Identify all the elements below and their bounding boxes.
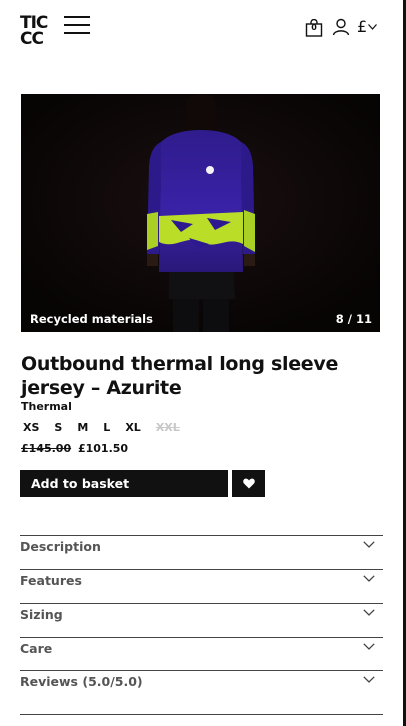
user-icon <box>332 18 350 36</box>
gallery-caption: Recycled materials <box>30 312 153 326</box>
accordion-features[interactable]: Features <box>20 569 383 603</box>
divider <box>20 714 383 715</box>
logo-line-2: CC <box>20 29 44 49</box>
heart-icon <box>242 478 255 489</box>
accordion-label: Features <box>20 573 82 588</box>
product-title: Outbound thermal long sleeve jersey – Az… <box>21 353 339 399</box>
chevron-down-icon <box>363 609 375 616</box>
size-option-xxl: XXL <box>155 421 180 434</box>
accordion-label: Sizing <box>20 607 63 622</box>
accordion-reviews[interactable]: Reviews (5.0/5.0) <box>20 670 383 704</box>
brand-logo[interactable]: TIC CC <box>20 15 54 49</box>
accordion-description[interactable]: Description <box>20 535 383 569</box>
size-option-xl[interactable]: XL <box>123 421 143 435</box>
currency-selector[interactable]: £ <box>357 17 378 37</box>
size-selector: XS S M L XL XXL <box>21 421 193 435</box>
size-option-xs[interactable]: XS <box>21 421 41 435</box>
add-to-basket-button[interactable]: Add to basket <box>20 470 228 497</box>
size-option-l[interactable]: L <box>101 421 112 435</box>
accordion-sizing[interactable]: Sizing <box>20 603 383 637</box>
accordion-label: Care <box>20 641 53 656</box>
chevron-down-icon <box>363 676 375 683</box>
product-price: £145.00 £101.50 <box>21 442 128 455</box>
size-option-s[interactable]: S <box>52 421 64 435</box>
account-button[interactable] <box>332 18 350 36</box>
original-price: £145.00 <box>21 442 72 455</box>
accordion-care[interactable]: Care <box>20 637 383 671</box>
chevron-down-icon <box>363 643 375 650</box>
wishlist-button[interactable] <box>232 470 265 497</box>
currency-symbol: £ <box>357 17 368 36</box>
chevron-down-icon <box>363 541 375 548</box>
size-option-m[interactable]: M <box>75 421 90 435</box>
product-category: Thermal <box>21 400 72 413</box>
accordion-label: Description <box>20 539 101 554</box>
basket-count: 0 <box>311 23 317 32</box>
product-photo <box>21 94 380 332</box>
accordion-label: Reviews (5.0/5.0) <box>20 674 143 689</box>
gallery-counter: 8 / 11 <box>335 312 372 326</box>
hamburger-menu-icon[interactable] <box>64 16 90 36</box>
basket-button[interactable]: 0 <box>305 18 323 37</box>
sale-price: £101.50 <box>77 442 129 455</box>
site-header: TIC CC 0 £ <box>0 0 403 60</box>
product-image-gallery[interactable]: Recycled materials 8 / 11 <box>21 94 380 332</box>
chevron-down-icon <box>368 24 378 30</box>
chevron-down-icon <box>363 575 375 582</box>
